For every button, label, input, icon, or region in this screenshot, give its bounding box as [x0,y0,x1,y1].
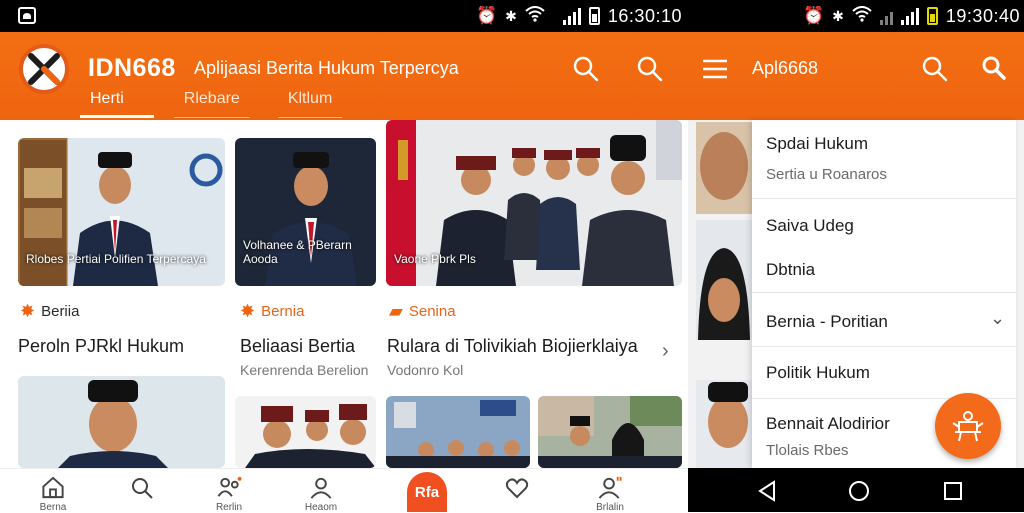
nav-favorites[interactable] [497,475,537,513]
home-icon[interactable] [848,480,870,507]
chevron-down-icon[interactable]: ⌄ [990,308,1005,329]
alarm-icon: ⏰ [476,6,498,25]
tab-rlebare[interactable]: Rlebare [173,88,250,118]
news-photo [538,396,682,468]
tab-herti[interactable]: Herti [80,88,154,118]
recents-icon[interactable] [942,480,964,507]
alarm-icon: ⏰ [803,6,825,25]
wifi-icon [525,5,545,27]
people-icon [217,476,242,497]
battery-icon [588,7,600,25]
status-bar: ⏰ ✱ 16:30:10 ⏰ ✱ 19:30:40 [0,0,1024,32]
category-label: ✸ Beriia [20,301,80,321]
nav-search[interactable] [122,475,162,513]
search-icon[interactable] [920,54,950,84]
home-icon [42,476,64,499]
search-icon [132,478,153,499]
signal-icon [562,7,581,25]
drawer-item[interactable]: Dbtnia [766,260,815,280]
news-photo [245,404,376,468]
news-photo [58,380,168,468]
account-icon [598,476,622,499]
news-card-image[interactable]: Vaone Pbrk Pls [386,120,682,286]
nav-home[interactable]: Berna [33,475,73,513]
courthouse-icon [952,411,984,442]
news-feed: Rlobes Pertiai Polifien Terpercaya Volha… [0,120,688,468]
bluetooth-icon: ✱ [505,7,517,24]
news-card-image[interactable]: Volhanee & PBerarn Aooda [235,138,376,286]
news-card-image[interactable] [18,376,225,468]
status-time-right: 19:30:40 [945,5,1020,26]
category-label: ▰ Senina [389,301,456,321]
news-card-caption: Vaone Pbrk Pls [394,252,476,266]
app-brand: IDN668 [88,54,176,82]
news-card-image[interactable] [386,396,530,468]
app-bar-secondary: Apl6668 [688,32,1024,120]
divider [752,346,1016,347]
news-card-caption: Rlobes Pertiai Polifien Terpercaya [26,252,206,266]
news-subtitle: Vodonro Kol [387,362,464,378]
nav-center-button[interactable]: Rfa [407,472,447,512]
divider [752,198,1016,199]
search-icon[interactable] [571,54,601,84]
heart-icon [505,478,529,499]
news-card-image[interactable]: Rlobes Pertiai Polifien Terpercaya [18,138,225,286]
status-time-left: 16:30:10 [607,5,682,26]
drawer-item[interactable]: Bennait Alodirior [766,414,890,434]
app-title: Apl6668 [752,58,819,78]
news-photo [386,400,530,468]
news-headline[interactable]: Peroln PJRkl Hukum [18,336,184,357]
news-headline[interactable]: Rulara di Tolivikiah Biojierklaiya [387,336,638,357]
menu-icon[interactable] [702,56,728,82]
news-card-caption: Volhanee & PBerarn Aooda [243,238,352,266]
star-icon: ✸ [20,301,36,321]
drawer-item-expandable[interactable]: Bernia - Poritian [766,312,888,332]
drawer-item[interactable]: Saiva Udeg [766,216,854,236]
drawer-item-subtitle: Sertia u Roanaros [766,166,887,183]
drawer-item-subtitle: Tlolais Rbes [766,442,849,459]
drawer-item[interactable]: Politik Hukum [766,363,870,383]
nav-profile[interactable]: Heaom [301,475,341,513]
divider [752,292,1016,293]
tab-bar: Herti Rlebare Kltlum [0,88,343,120]
nav-account[interactable]: Brlalin [590,475,630,513]
category-label: ✸ Bernia [240,301,305,321]
signal-icon [879,7,893,25]
search-icon[interactable] [635,54,665,84]
system-nav-bar [688,468,1024,512]
app-tagline: Aplijaasi Berita Hukum Terpercya [194,58,459,78]
app-bar: IDN668 Aplijaasi Berita Hukum Terpercya … [0,32,688,120]
tab-kltlum[interactable]: Kltlum [277,88,343,118]
news-card-image[interactable] [538,396,682,468]
thumbnail-strip [696,122,752,468]
battery-icon [926,7,938,25]
news-subtitle: Kerenrenda Berelion [240,362,369,378]
wifi-icon [852,5,872,27]
drawer-item[interactable]: Spdai Hukum [766,134,868,154]
status-icons-right: ⏰ ✱ 19:30:40 [803,4,1020,28]
chevron-right-icon[interactable]: › [662,340,669,363]
news-headline[interactable]: Beliaasi Bertia [240,336,355,357]
bag-icon: ▰ [389,301,403,321]
search-icon[interactable] [980,54,1010,84]
star-icon: ✸ [240,301,256,321]
screenshot-icon [18,7,36,24]
floating-action-button[interactable] [935,393,1001,459]
signal-icon [900,7,919,25]
news-card-image[interactable] [235,396,376,468]
bluetooth-icon: ✱ [832,7,844,24]
bottom-nav: Berna Rerlin Heaom Brlalin [0,468,688,513]
nav-community[interactable]: Rerlin [209,475,249,513]
back-icon[interactable] [756,480,778,507]
app-logo [19,44,69,94]
status-icons-left: ⏰ ✱ 16:30:10 [476,4,682,28]
profile-icon [310,477,332,499]
